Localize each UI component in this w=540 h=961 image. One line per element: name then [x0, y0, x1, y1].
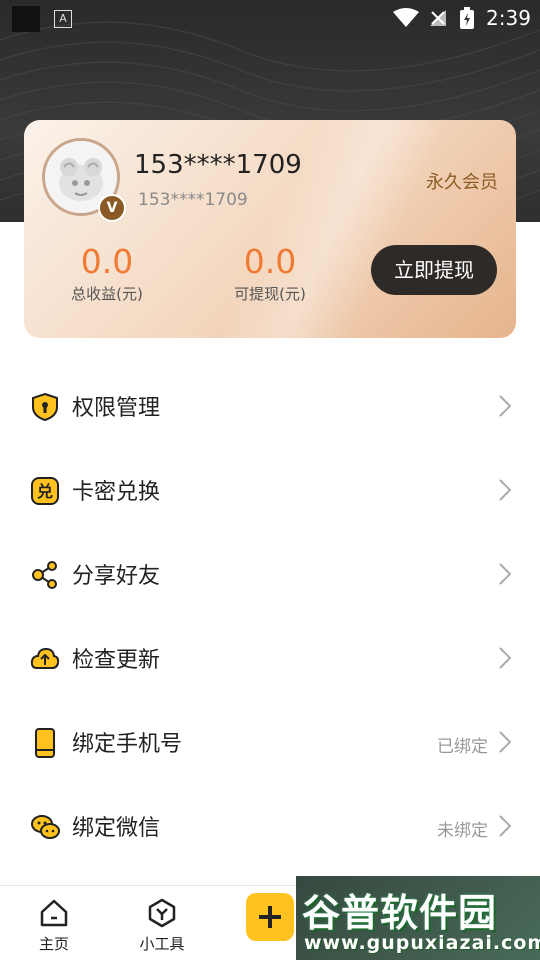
nav-item-tools[interactable]: 小工具 — [108, 886, 216, 961]
stat-label: 可提现(元) — [234, 285, 306, 303]
watermark-title: 谷普软件园 — [302, 891, 498, 935]
cloud-upload-icon — [30, 647, 60, 669]
menu-item-label: 绑定手机号 — [72, 732, 183, 757]
share-icon — [32, 561, 57, 589]
watermark: 谷普软件园 www.gupuxiazai.com — [296, 876, 540, 960]
profile-card: V 153****1709 153****1709 永久会员 0.0 总收益(元… — [24, 120, 516, 338]
svg-text:兑: 兑 — [37, 482, 53, 501]
menu-item-bind-phone[interactable]: 绑定手机号 已绑定 — [0, 700, 540, 784]
stat-total-earnings: 0.0 总收益(元) — [32, 242, 182, 304]
menu-item-label: 分享好友 — [72, 564, 161, 589]
battery-icon — [460, 7, 474, 29]
phone-icon — [35, 728, 55, 758]
plus-icon — [259, 906, 281, 928]
menu-item-permissions[interactable]: 权限管理 — [0, 364, 540, 448]
chevron-right-icon — [499, 647, 512, 669]
bind-status: 已绑定 — [437, 737, 488, 757]
chevron-right-icon — [499, 479, 512, 501]
chevron-right-icon — [499, 815, 512, 837]
wechat-icon — [31, 815, 60, 839]
menu-item-bind-wechat[interactable]: 绑定微信 未绑定 — [0, 784, 540, 868]
redeem-icon: 兑 — [31, 477, 59, 505]
watermark-url: www.gupuxiazai.com — [304, 932, 540, 954]
user-subtitle: 153****1709 — [138, 190, 248, 210]
menu-item-share[interactable]: 分享好友 — [0, 532, 540, 616]
status-time: 2:39 — [486, 6, 531, 30]
notification-letter-icon: A — [54, 10, 72, 28]
chevron-right-icon — [499, 731, 512, 753]
nav-label: 主页 — [38, 935, 69, 953]
menu-item-label: 权限管理 — [72, 396, 161, 421]
menu-item-label: 检查更新 — [72, 648, 161, 673]
add-button[interactable] — [246, 893, 294, 941]
home-icon — [40, 899, 68, 927]
username: 153****1709 — [134, 150, 302, 180]
bind-status: 未绑定 — [437, 821, 488, 841]
stat-label: 总收益(元) — [71, 285, 143, 303]
menu-item-redeem[interactable]: 兑 卡密兑换 — [0, 448, 540, 532]
withdraw-button[interactable]: 立即提现 — [371, 245, 497, 295]
menu-item-check-update[interactable]: 检查更新 — [0, 616, 540, 700]
stat-withdrawable: 0.0 可提现(元) — [195, 242, 345, 304]
membership-label: 永久会员 — [426, 172, 498, 193]
nav-label: 小工具 — [139, 935, 185, 953]
signal-icon — [430, 10, 446, 26]
stat-value: 0.0 — [243, 242, 297, 281]
menu-item-label: 绑定微信 — [72, 816, 161, 841]
nav-item-home[interactable]: 主页 — [0, 886, 108, 961]
settings-menu: 权限管理 兑 卡密兑换 分享好友 检查更新 绑定手机号 已绑定 绑定微信 未绑定 — [0, 364, 540, 868]
vip-badge-icon: V — [98, 194, 126, 222]
stat-value: 0.0 — [80, 242, 134, 281]
tools-icon — [148, 898, 176, 928]
wifi-icon — [393, 8, 419, 27]
menu-item-label: 卡密兑换 — [72, 480, 161, 505]
chevron-right-icon — [499, 395, 512, 417]
status-bar: A 2:39 — [0, 0, 540, 36]
notification-icon — [12, 6, 40, 32]
chevron-right-icon — [499, 563, 512, 585]
shield-icon — [32, 392, 58, 422]
